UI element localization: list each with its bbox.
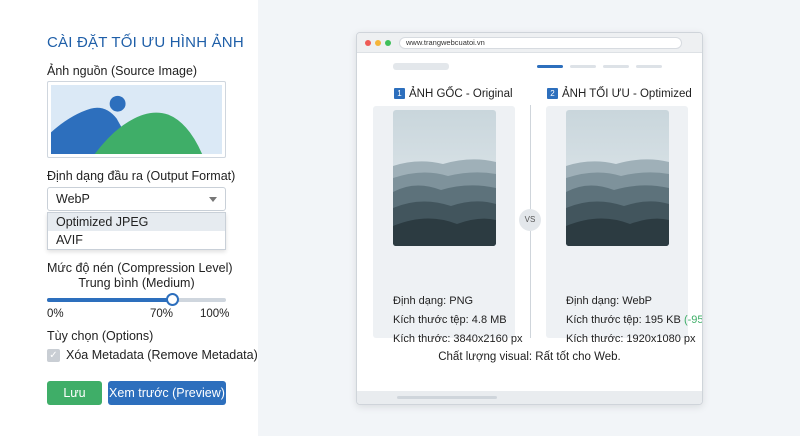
source-image-label: Ảnh nguồn (Source Image) [47, 64, 198, 78]
optimized-dimensions: Kích thước: 1920x1080 px [566, 333, 696, 345]
save-button[interactable]: Lưu [47, 381, 102, 405]
tick-mid: 70% [150, 308, 174, 320]
mountain-photo-icon [566, 110, 669, 246]
site-logo-placeholder [393, 63, 449, 70]
optimized-heading: 2 ẢNH TỐI ƯU - Optimized [547, 88, 692, 100]
quality-caption: Chất lượng visual: Rất tốt cho Web. [438, 351, 621, 363]
settings-panel: CÀI ĐẶT TỐI ƯU HÌNH ẢNH Ảnh nguồn (Sourc… [0, 0, 258, 436]
optimized-filesize: Kích thước tệp: 195 KB [566, 314, 681, 326]
original-number-badge: 1 [394, 88, 405, 99]
original-panel: Định dạng: PNG Kích thước tệp: 4.8 MB Kí… [373, 106, 523, 345]
format-option-avif[interactable]: AVIF [48, 231, 225, 249]
browser-footer [357, 391, 702, 404]
browser-toolbar: www.trangwebcuatoi.vn [357, 33, 702, 53]
original-photo [393, 110, 496, 246]
mountain-photo-icon [393, 110, 496, 246]
remove-metadata-checkbox[interactable]: ✓ [47, 349, 60, 362]
check-icon: ✓ [49, 350, 58, 361]
vs-badge: VS [519, 209, 541, 231]
format-option-jpeg[interactable]: Optimized JPEG [48, 213, 225, 231]
tick-min: 0% [47, 308, 64, 320]
remove-metadata-label: Xóa Metadata (Remove Metadata) [66, 348, 258, 362]
nav-item [570, 65, 596, 68]
optimized-filesize-row: Kích thước tệp: 195 KB (-95%) [566, 314, 703, 326]
savings-badge: (-95%) [683, 314, 703, 326]
nav-item [636, 65, 662, 68]
close-dot-icon [365, 40, 371, 46]
compression-label: Mức độ nén (Compression Level) [47, 261, 233, 275]
slider-fill [47, 298, 173, 302]
output-format-value: WebP [56, 192, 90, 206]
original-dimensions: Kích thước: 3840x2160 px [393, 333, 523, 345]
output-format-select[interactable]: WebP [47, 187, 226, 211]
compression-slider[interactable] [47, 293, 226, 306]
original-format: Định dạng: PNG [393, 295, 474, 307]
original-heading: 1 ẢNH GỐC - Original [394, 88, 513, 100]
footer-placeholder [397, 396, 497, 399]
image-placeholder-icon [51, 85, 222, 154]
browser-preview-window: www.trangwebcuatoi.vn 1 ẢNH GỐC - Origina… [356, 32, 703, 405]
optimized-heading-text: ẢNH TỐI ƯU - Optimized [562, 88, 692, 100]
tick-max: 100% [200, 308, 230, 320]
address-bar[interactable]: www.trangwebcuatoi.vn [399, 37, 682, 49]
options-label: Tùy chọn (Options) [47, 329, 154, 343]
nav-item-active [537, 65, 563, 68]
settings-title: CÀI ĐẶT TỐI ƯU HÌNH ẢNH [47, 34, 244, 51]
maximize-dot-icon [385, 40, 391, 46]
nav-item [603, 65, 629, 68]
source-image-picker[interactable] [47, 81, 226, 158]
optimized-number-badge: 2 [547, 88, 558, 99]
original-heading-text: ẢNH GỐC - Original [409, 88, 513, 100]
preview-button[interactable]: Xem trước (Preview) [108, 381, 226, 405]
minimize-dot-icon [375, 40, 381, 46]
slider-thumb[interactable] [166, 293, 180, 306]
output-format-label: Định dạng đầu ra (Output Format) [47, 169, 236, 183]
chevron-down-icon [209, 197, 217, 202]
compression-level-value: Trung bình (Medium) [78, 276, 195, 290]
original-filesize: Kích thước tệp: 4.8 MB [393, 314, 507, 326]
optimized-photo [566, 110, 669, 246]
output-format-dropdown: Optimized JPEG AVIF [47, 212, 226, 250]
optimized-format: Định dạng: WebP [566, 295, 653, 307]
optimized-panel: Định dạng: WebP Kích thước tệp: 195 KB (… [546, 106, 702, 345]
